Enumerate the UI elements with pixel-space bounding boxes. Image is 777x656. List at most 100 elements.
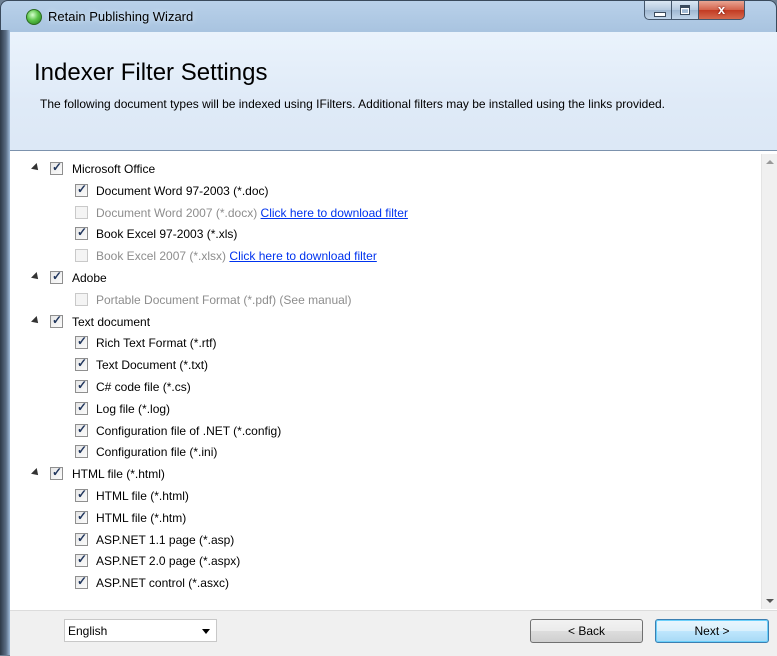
item-label: Book Excel 97-2003 (*.xls) xyxy=(96,227,237,241)
tree-group-row: HTML file (*.html) xyxy=(10,464,761,485)
tree-item-row: Portable Document Format (*.pdf) (See ma… xyxy=(10,290,761,311)
item-note: (See manual) xyxy=(279,292,352,307)
tree-item-row: HTML file (*.htm) xyxy=(10,508,761,529)
item-text: ASP.NET 2.0 page (*.aspx) xyxy=(96,554,241,569)
wizard-header: Indexer Filter Settings The following do… xyxy=(10,32,777,151)
group-label: Adobe xyxy=(72,271,107,285)
item-checkbox[interactable] xyxy=(75,378,88,393)
expand-arrow-icon[interactable] xyxy=(31,163,41,173)
item-label: Document Word 2007 (*.docx) Click here t… xyxy=(96,206,408,220)
scroll-down-icon[interactable] xyxy=(766,599,774,603)
item-checkbox[interactable] xyxy=(75,509,88,524)
tree-item-row: Book Excel 2007 (*.xlsx) Click here to d… xyxy=(10,246,761,267)
page-description: The following document types will be ind… xyxy=(40,97,665,111)
tree-item-row: ASP.NET 2.0 page (*.aspx) xyxy=(10,551,761,572)
expand-arrow-icon[interactable] xyxy=(31,315,41,326)
download-filter-link[interactable]: Click here to download filter xyxy=(261,206,408,220)
item-text: Document Word 2007 (*.docx) xyxy=(96,205,258,220)
filter-tree: Microsoft Office Document Word 97-2003 (*… xyxy=(10,154,761,609)
item-label: ASP.NET 1.1 page (*.asp) xyxy=(96,533,234,547)
item-text: Rich Text Format (*.rtf) xyxy=(96,336,217,351)
item-checkbox xyxy=(75,205,88,219)
item-checkbox[interactable] xyxy=(75,531,88,546)
item-text: ASP.NET control (*.asxc) xyxy=(96,576,229,591)
item-label: ASP.NET control (*.asxc) xyxy=(96,576,229,590)
tree-item-row: Book Excel 97-2003 (*.xls) xyxy=(10,224,761,245)
vertical-scrollbar[interactable] xyxy=(761,154,777,609)
item-text: Log file (*.log) xyxy=(96,401,171,416)
page-title: Indexer Filter Settings xyxy=(34,59,268,86)
group-label: Microsoft Office xyxy=(72,162,156,176)
tree-item-row: HTML file (*.html) xyxy=(10,486,761,507)
tree-item-row: Text Document (*.txt) xyxy=(10,355,761,376)
item-label: Portable Document Format (*.pdf) (See ma… xyxy=(96,293,351,307)
tree-item-row: ASP.NET 1.1 page (*.asp) xyxy=(10,530,761,551)
item-text: Configuration file of .NET (*.config) xyxy=(96,423,282,438)
item-checkbox[interactable] xyxy=(75,182,88,197)
close-icon: x xyxy=(717,2,726,17)
tree-item-row: Configuration file of .NET (*.config) xyxy=(10,421,761,442)
back-button[interactable]: < Back xyxy=(530,619,643,643)
scroll-up-icon[interactable] xyxy=(766,160,774,164)
item-checkbox[interactable] xyxy=(75,552,88,568)
item-checkbox[interactable] xyxy=(75,400,88,415)
download-filter-link[interactable]: Click here to download filter xyxy=(229,249,376,263)
expand-arrow-icon[interactable] xyxy=(31,468,41,479)
language-value: English xyxy=(68,624,108,638)
window-title: Retain Publishing Wizard xyxy=(48,9,194,24)
group-checkbox[interactable] xyxy=(50,160,63,175)
next-button[interactable]: Next > xyxy=(655,619,769,643)
item-label: ASP.NET 2.0 page (*.aspx) xyxy=(96,554,240,568)
wizard-footer: English < Back Next > xyxy=(10,610,777,656)
item-checkbox[interactable] xyxy=(75,443,88,459)
tree-item-row: Document Word 97-2003 (*.doc) xyxy=(10,181,761,202)
group-checkbox[interactable] xyxy=(50,269,63,284)
item-label: HTML file (*.htm) xyxy=(96,511,186,525)
item-text: ASP.NET 1.1 page (*.asp) xyxy=(96,532,235,547)
item-label: Configuration file (*.ini) xyxy=(96,445,217,459)
window-left-edge xyxy=(0,30,10,655)
item-checkbox[interactable] xyxy=(75,574,88,590)
chevron-down-icon xyxy=(202,629,210,634)
item-checkbox xyxy=(75,249,88,263)
item-text: C# code file (*.cs) xyxy=(96,380,191,394)
app-icon xyxy=(26,9,42,25)
item-text: Configuration file (*.ini) xyxy=(96,445,218,460)
item-checkbox xyxy=(75,292,88,306)
language-select[interactable]: English xyxy=(64,619,217,642)
group-checkbox[interactable] xyxy=(50,313,63,328)
item-label: HTML file (*.html) xyxy=(96,489,189,503)
item-label: Rich Text Format (*.rtf) xyxy=(96,336,216,350)
tree-item-row: C# code file (*.cs) xyxy=(10,377,761,398)
tree-group-row: Adobe xyxy=(10,268,761,289)
tree-item-row: ASP.NET control (*.asxc) xyxy=(10,573,761,594)
tree-item-row: Rich Text Format (*.rtf) xyxy=(10,333,761,354)
item-label: Book Excel 2007 (*.xlsx) Click here to d… xyxy=(96,249,377,263)
tree-group-row: Text document xyxy=(10,312,761,333)
item-text: Text Document (*.txt) xyxy=(96,358,209,373)
tree-item-row: Log file (*.log) xyxy=(10,399,761,420)
title-bar[interactable]: Retain Publishing Wizard x xyxy=(10,0,777,32)
group-label: HTML file (*.html) xyxy=(72,467,165,482)
item-text: Book Excel 97-2003 (*.xls) xyxy=(96,227,238,242)
item-checkbox[interactable] xyxy=(75,422,88,437)
item-text: Document Word 97-2003 (*.doc) xyxy=(96,183,269,198)
item-text: Book Excel 2007 (*.xlsx) xyxy=(96,249,227,264)
close-button[interactable]: x xyxy=(699,1,745,20)
tree-group-row: Microsoft Office xyxy=(10,159,761,180)
item-checkbox[interactable] xyxy=(75,225,88,241)
client-area: Indexer Filter Settings The following do… xyxy=(10,32,777,656)
minimize-button[interactable] xyxy=(644,1,672,20)
item-checkbox[interactable] xyxy=(75,356,88,372)
item-checkbox[interactable] xyxy=(75,487,88,502)
minimize-icon xyxy=(654,12,666,17)
group-label: Text document xyxy=(72,314,151,329)
expand-arrow-icon[interactable] xyxy=(31,272,41,282)
item-label: Text Document (*.txt) xyxy=(96,358,208,372)
maximize-button[interactable] xyxy=(672,1,699,20)
item-label: Log file (*.log) xyxy=(96,402,170,416)
tree-item-row: Document Word 2007 (*.docx) Click here t… xyxy=(10,203,761,224)
item-text: HTML file (*.htm) xyxy=(96,510,187,525)
item-checkbox[interactable] xyxy=(75,334,88,350)
group-checkbox[interactable] xyxy=(50,465,63,481)
